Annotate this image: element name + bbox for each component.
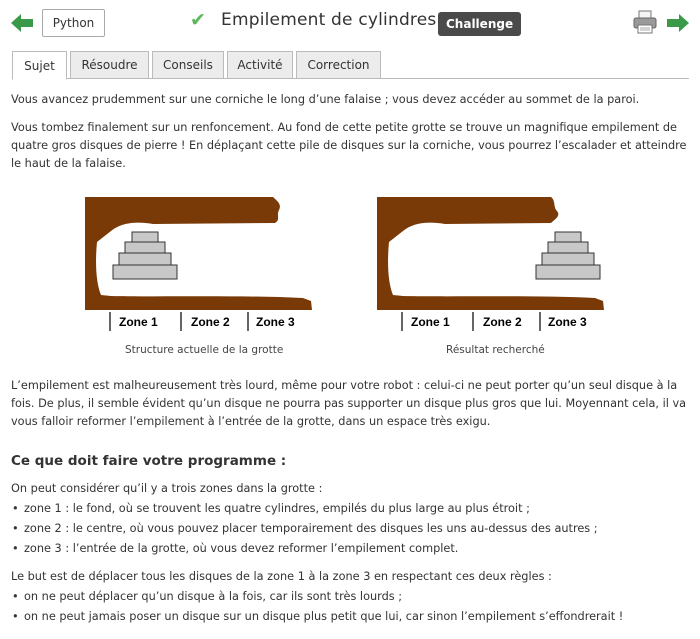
zones-intro: On peut considérer qu’il y a trois zones… — [11, 482, 323, 495]
zone-3-label: Zone 3 — [256, 315, 295, 329]
constraint-paragraph-line: fois. De plus, il semble évident qu’un d… — [11, 397, 687, 410]
disk-smallest — [554, 231, 582, 243]
intro-paragraph: Vous avancez prudemment sur une corniche… — [11, 93, 640, 106]
story-paragraph-line: quatre gros disques de pierre ! En dépla… — [11, 139, 687, 152]
list-item: zone 3 : l’entrée de la grotte, où vous … — [12, 540, 684, 558]
tab-sujet[interactable]: Sujet — [12, 51, 67, 80]
header-bar: Python ✔ Empilement de cylindres Challen… — [0, 0, 700, 46]
story-paragraph-line: Vous tombez finalement sur un renfonceme… — [11, 121, 677, 134]
check-icon: ✔ — [190, 9, 206, 31]
disk-medium — [541, 252, 595, 266]
zone-1-label: Zone 1 — [119, 315, 158, 329]
tab-resoudre[interactable]: Résoudre — [70, 51, 149, 79]
zone-3-label: Zone 3 — [548, 315, 587, 329]
caption-result: Résultat recherché — [446, 344, 545, 356]
disk-largest — [112, 264, 178, 280]
language-select-button[interactable]: Python — [42, 9, 105, 37]
tab-correction[interactable]: Correction — [296, 51, 381, 79]
section-heading: Ce que doit faire votre programme : — [11, 453, 287, 469]
disk-largest — [535, 264, 601, 280]
disk-medium — [118, 252, 172, 266]
cave-result-figure: Zone 1 Zone 2 Zone 3 — [377, 197, 604, 331]
zone-2-label: Zone 2 — [483, 315, 522, 329]
story-paragraph-line: le haut de la falaise. — [11, 157, 126, 170]
cave-current-figure: Zone 1 Zone 2 Zone 3 — [85, 197, 312, 331]
zone-2-label: Zone 2 — [191, 315, 230, 329]
list-item: on ne peut déplacer qu’un disque à la fo… — [12, 588, 684, 606]
printer-icon[interactable] — [632, 10, 658, 34]
tab-conseils[interactable]: Conseils — [152, 51, 224, 79]
disk-small — [547, 241, 589, 254]
previous-arrow-icon[interactable] — [10, 12, 34, 34]
goal-paragraph: Le but est de déplacer tous les disques … — [11, 570, 552, 583]
zone-1-label: Zone 1 — [411, 315, 450, 329]
list-item: on ne peut jamais poser un disque sur un… — [12, 608, 684, 626]
disk-small — [124, 241, 166, 254]
caption-current: Structure actuelle de la grotte — [125, 344, 284, 356]
tab-divider — [12, 78, 689, 79]
challenge-badge: Challenge — [438, 12, 522, 36]
tab-activite[interactable]: Activité — [227, 51, 293, 79]
list-item: zone 2 : le centre, où vous pouvez place… — [12, 520, 684, 538]
disk-smallest — [131, 231, 159, 243]
list-item: zone 1 : le fond, où se trouvent les qua… — [12, 500, 684, 518]
page-title: Empilement de cylindres — [221, 10, 437, 30]
constraint-paragraph-line: vous falloir reformer l’empilement à l’e… — [11, 415, 491, 428]
constraint-paragraph-line: L’empilement est malheureusement très lo… — [11, 379, 678, 392]
next-arrow-icon[interactable] — [666, 12, 690, 34]
